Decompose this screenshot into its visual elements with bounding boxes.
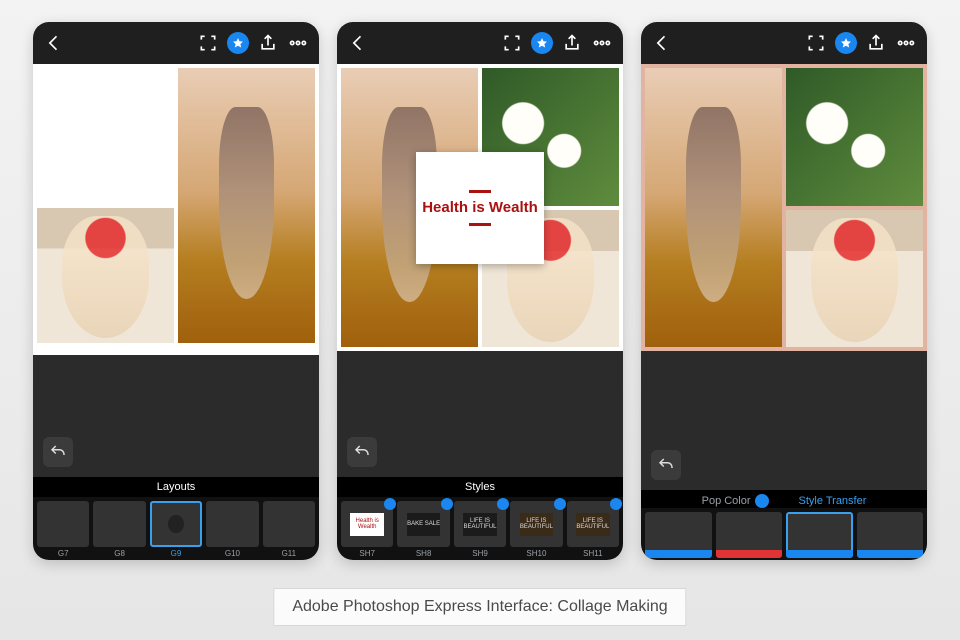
- undo-button[interactable]: [651, 450, 681, 480]
- transfer-thumb[interactable]: [716, 512, 783, 558]
- more-icon[interactable]: [591, 32, 613, 54]
- phone-style-transfer: Pop Color Style Transfer: [641, 22, 927, 560]
- style-thumb[interactable]: Health is WealthSH7: [341, 501, 393, 558]
- collage-grid: [645, 68, 923, 347]
- phone-layouts: Layouts G7 G8 G9 G10 G11: [33, 22, 319, 560]
- style-thumb[interactable]: BAKE SALESH8: [397, 501, 449, 558]
- scan-icon[interactable]: [805, 32, 827, 54]
- premium-star-icon[interactable]: [531, 32, 553, 54]
- collage-cell[interactable]: [645, 68, 782, 347]
- more-icon[interactable]: [287, 32, 309, 54]
- collage-grid: [37, 68, 315, 347]
- collage-canvas[interactable]: [33, 64, 319, 351]
- topbar: [641, 22, 927, 64]
- topbar: [33, 22, 319, 64]
- figure-caption: Adobe Photoshop Express Interface: Colla…: [273, 588, 686, 626]
- premium-badge-icon: [554, 498, 566, 510]
- transfer-thumb[interactable]: [857, 512, 924, 558]
- transfer-thumb[interactable]: [786, 512, 853, 558]
- transfer-thumb[interactable]: [645, 512, 712, 558]
- undo-button[interactable]: [43, 437, 73, 467]
- premium-badge-icon: [384, 498, 396, 510]
- layout-thumb[interactable]: G11: [263, 501, 315, 558]
- collage-cell[interactable]: [37, 208, 174, 344]
- decoration-bar: [469, 223, 491, 226]
- undo-button[interactable]: [347, 437, 377, 467]
- decoration-bar: [469, 190, 491, 193]
- layouts-thumb-row[interactable]: G7 G8 G9 G10 G11: [33, 497, 319, 560]
- back-icon[interactable]: [651, 32, 673, 54]
- screenshots-row: Layouts G7 G8 G9 G10 G11: [0, 0, 960, 640]
- premium-badge-icon: [610, 498, 622, 510]
- layout-thumb[interactable]: G10: [206, 501, 258, 558]
- layout-thumb[interactable]: G9: [150, 501, 202, 558]
- style-thumb[interactable]: LIFE IS BEAUTIFULSH11: [567, 501, 619, 558]
- layout-thumb[interactable]: G8: [93, 501, 145, 558]
- scan-icon[interactable]: [501, 32, 523, 54]
- workspace-gap: [641, 351, 927, 490]
- share-icon[interactable]: [561, 32, 583, 54]
- more-icon[interactable]: [895, 32, 917, 54]
- tab-style-transfer[interactable]: Style Transfer: [799, 495, 867, 507]
- phone-styles: Health is Wealth Styles Health is Wealth…: [337, 22, 623, 560]
- transfer-thumb-row[interactable]: [641, 508, 927, 560]
- styles-thumb-row[interactable]: Health is WealthSH7 BAKE SALESH8 LIFE IS…: [337, 497, 623, 560]
- collage-cell[interactable]: [178, 68, 315, 343]
- layout-thumb[interactable]: G7: [37, 501, 89, 558]
- share-icon[interactable]: [257, 32, 279, 54]
- back-icon[interactable]: [43, 32, 65, 54]
- section-label: Styles: [337, 477, 623, 497]
- overlay-text: Health is Wealth: [422, 199, 538, 217]
- back-icon[interactable]: [347, 32, 369, 54]
- style-text-overlay[interactable]: Health is Wealth: [416, 152, 544, 264]
- tab-pop-color[interactable]: Pop Color: [702, 494, 769, 508]
- effect-tabs: Pop Color Style Transfer: [641, 490, 927, 508]
- premium-badge-icon: [497, 498, 509, 510]
- premium-star-icon[interactable]: [835, 32, 857, 54]
- collage-cell[interactable]: [786, 68, 923, 206]
- collage-canvas[interactable]: [641, 64, 927, 351]
- style-thumb[interactable]: LIFE IS BEAUTIFULSH10: [510, 501, 562, 558]
- workspace-gap: [337, 351, 623, 477]
- section-label: Layouts: [33, 477, 319, 497]
- premium-star-icon[interactable]: [227, 32, 249, 54]
- premium-badge-icon: [441, 498, 453, 510]
- collage-canvas[interactable]: Health is Wealth: [337, 64, 623, 351]
- premium-badge-icon: [755, 494, 769, 508]
- scan-icon[interactable]: [197, 32, 219, 54]
- share-icon[interactable]: [865, 32, 887, 54]
- workspace-gap: [33, 355, 319, 477]
- collage-cell[interactable]: [786, 210, 923, 348]
- style-thumb[interactable]: LIFE IS BEAUTIFULSH9: [454, 501, 506, 558]
- topbar: [337, 22, 623, 64]
